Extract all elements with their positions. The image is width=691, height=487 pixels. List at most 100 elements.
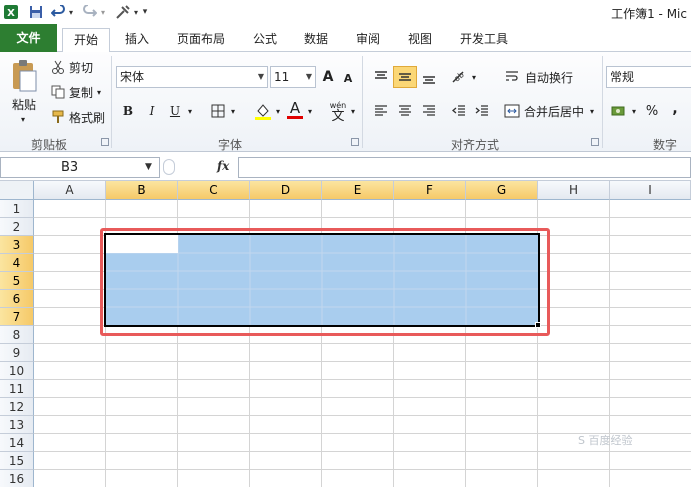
font-launcher-icon[interactable]	[351, 138, 359, 146]
chevron-down-icon[interactable]: ▼	[306, 67, 312, 87]
copy-icon[interactable]	[50, 84, 66, 100]
row-header-2[interactable]: 2	[0, 218, 34, 236]
phonetic-dropdown[interactable]: ▾	[349, 100, 357, 122]
column-header-d[interactable]: D	[250, 181, 322, 200]
alignment-launcher-icon[interactable]	[591, 138, 599, 146]
bold-button[interactable]: B	[118, 100, 138, 122]
row-header-3[interactable]: 3	[0, 236, 34, 254]
undo-dropdown[interactable]: ▾	[66, 3, 76, 21]
align-center-icon[interactable]	[394, 100, 416, 122]
tools-dropdown[interactable]: ▾	[132, 3, 140, 21]
row-header-6[interactable]: 6	[0, 290, 34, 308]
font-size-combo[interactable]: 11 ▼	[270, 66, 316, 88]
merge-center-dropdown[interactable]: ▾	[588, 100, 596, 122]
column-header-c[interactable]: C	[178, 181, 250, 200]
formula-input[interactable]	[238, 157, 691, 178]
italic-button[interactable]: I	[142, 100, 162, 122]
font-color-button[interactable]: A	[285, 98, 305, 122]
row-header-13[interactable]: 13	[0, 416, 34, 434]
column-header-a[interactable]: A	[34, 181, 106, 200]
merge-center-icon[interactable]	[503, 100, 521, 122]
align-right-icon[interactable]	[418, 100, 440, 122]
align-top-icon[interactable]	[370, 66, 392, 88]
copy-dropdown[interactable]: ▾	[95, 84, 103, 100]
column-header-e[interactable]: E	[322, 181, 394, 200]
row-header-11[interactable]: 11	[0, 380, 34, 398]
redo-icon[interactable]	[82, 3, 98, 21]
name-box[interactable]: B3	[0, 157, 160, 178]
fill-color-icon[interactable]	[252, 100, 274, 122]
tab-developer[interactable]: 开发工具	[449, 28, 519, 52]
currency-icon[interactable]	[608, 100, 630, 122]
merge-center-button[interactable]: 合并后居中	[522, 100, 586, 122]
clipboard-launcher-icon[interactable]	[101, 138, 109, 146]
grow-font-button[interactable]: A	[320, 66, 336, 88]
row-header-14[interactable]: 14	[0, 434, 34, 452]
save-icon[interactable]	[27, 3, 45, 21]
tab-page-layout[interactable]: 页面布局	[166, 28, 236, 52]
tab-view[interactable]: 视图	[397, 28, 443, 52]
underline-dropdown[interactable]: ▾	[186, 100, 194, 122]
orientation-icon[interactable]: ab	[448, 66, 470, 88]
align-middle-icon[interactable]	[393, 66, 417, 88]
orientation-dropdown[interactable]: ▾	[470, 66, 478, 88]
currency-dropdown[interactable]: ▾	[630, 100, 638, 122]
row-header-15[interactable]: 15	[0, 452, 34, 470]
column-header-g[interactable]: G	[466, 181, 538, 200]
chevron-down-icon[interactable]: ▼	[145, 162, 152, 172]
format-painter-button[interactable]: 格式刷	[67, 109, 107, 125]
number-format-combo[interactable]: 常规	[606, 66, 691, 88]
wrap-text-icon[interactable]	[503, 66, 521, 88]
chevron-down-icon[interactable]: ▼	[258, 67, 264, 87]
comma-button[interactable]: ,	[668, 98, 682, 120]
wrap-text-button[interactable]: 自动换行	[522, 66, 576, 88]
row-header-9[interactable]: 9	[0, 344, 34, 362]
tab-review[interactable]: 审阅	[345, 28, 391, 52]
undo-icon[interactable]	[50, 3, 66, 21]
customize-quick-access[interactable]: ▾	[140, 3, 150, 21]
align-bottom-icon[interactable]	[418, 66, 440, 88]
percent-button[interactable]: %	[642, 100, 662, 122]
row-header-10[interactable]: 10	[0, 362, 34, 380]
tab-file[interactable]: 文件	[0, 24, 57, 52]
tab-data[interactable]: 数据	[293, 28, 339, 52]
font-color-dropdown[interactable]: ▾	[306, 100, 314, 122]
row-header-16[interactable]: 16	[0, 470, 34, 487]
select-all-corner[interactable]	[0, 181, 34, 200]
row-header-8[interactable]: 8	[0, 326, 34, 344]
decrease-indent-icon[interactable]	[448, 100, 470, 122]
tools-icon[interactable]	[114, 3, 132, 21]
row-header-12[interactable]: 12	[0, 398, 34, 416]
format-painter-icon[interactable]	[50, 109, 66, 125]
column-header-i[interactable]: I	[610, 181, 691, 200]
font-name-combo[interactable]: 宋体 ▼	[116, 66, 268, 88]
tab-insert[interactable]: 插入	[114, 28, 160, 52]
fill-color-dropdown[interactable]: ▾	[274, 100, 282, 122]
paste-icon[interactable]	[8, 56, 40, 96]
underline-button[interactable]: U	[165, 100, 185, 122]
insert-function-icon[interactable]: fx	[217, 159, 229, 173]
column-header-b[interactable]: B	[106, 181, 178, 200]
increase-indent-icon[interactable]	[471, 100, 493, 122]
watermark: S 百度经验	[578, 434, 633, 447]
align-left-icon[interactable]	[370, 100, 392, 122]
tab-home[interactable]: 开始	[62, 28, 111, 53]
borders-icon[interactable]	[208, 100, 228, 122]
redo-dropdown[interactable]: ▾	[98, 3, 108, 21]
row-header-4[interactable]: 4	[0, 254, 34, 272]
row-header-7[interactable]: 7	[0, 308, 34, 326]
tab-formulas[interactable]: 公式	[242, 28, 288, 52]
row-header-1[interactable]: 1	[0, 200, 34, 218]
column-header-f[interactable]: F	[394, 181, 466, 200]
expand-handle-icon[interactable]	[163, 159, 175, 175]
scissors-icon[interactable]	[50, 59, 66, 75]
cut-button[interactable]: 剪切	[67, 59, 95, 75]
copy-button[interactable]: 复制	[67, 84, 95, 100]
paste-dropdown[interactable]: ▾	[18, 114, 28, 124]
paste-button[interactable]: 粘贴	[8, 96, 40, 112]
borders-dropdown[interactable]: ▾	[229, 100, 237, 122]
column-header-h[interactable]: H	[538, 181, 610, 200]
phonetic-button[interactable]: wén 文	[328, 97, 348, 125]
shrink-font-button[interactable]: A	[340, 68, 356, 88]
row-header-5[interactable]: 5	[0, 272, 34, 290]
